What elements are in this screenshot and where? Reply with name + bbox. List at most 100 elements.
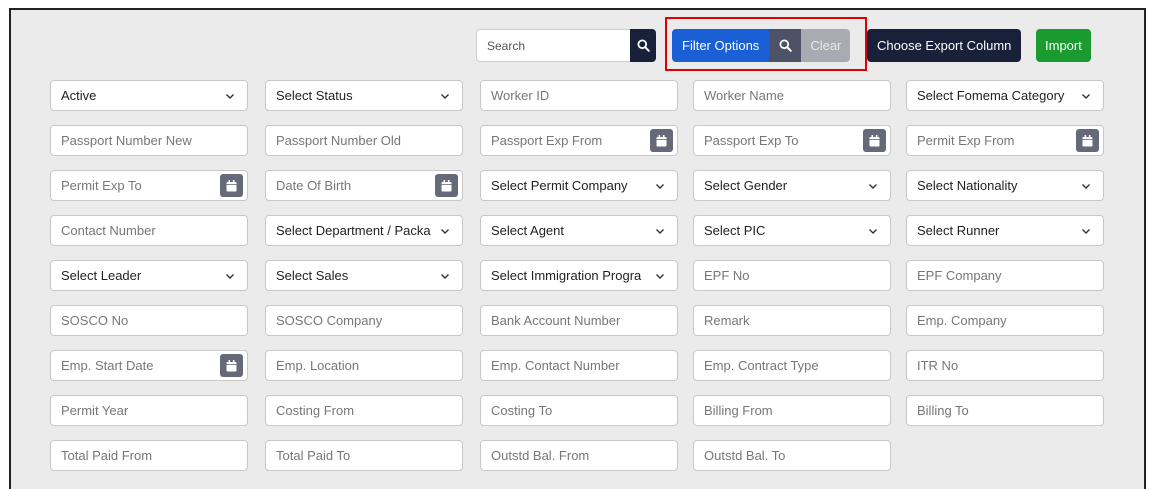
field-label: Select Leader: [61, 268, 142, 283]
calendar-button[interactable]: [1076, 129, 1099, 152]
field-label: Billing From: [704, 403, 773, 418]
field-sosco-no[interactable]: SOSCO No: [50, 305, 248, 336]
filter-search-button[interactable]: [769, 29, 802, 62]
select-select-nationality[interactable]: Select Nationality: [906, 170, 1104, 201]
field-emp-contact-number[interactable]: Emp. Contact Number: [480, 350, 678, 381]
calendar-icon: [441, 179, 452, 191]
calendar-button[interactable]: [863, 129, 886, 152]
field-costing-to[interactable]: Costing To: [480, 395, 678, 426]
field-emp-location[interactable]: Emp. Location: [265, 350, 463, 381]
field-label: SOSCO Company: [276, 313, 383, 328]
field-label: Emp. Contract Type: [704, 358, 819, 373]
field-outstd-bal-to[interactable]: Outstd Bal. To: [693, 440, 891, 471]
chevron-down-icon: [869, 183, 877, 189]
field-label: Select Sales: [276, 268, 349, 283]
search-box: [476, 29, 666, 62]
field-label: Emp. Contact Number: [491, 358, 620, 373]
date-field-permit-exp-from[interactable]: Permit Exp From: [906, 125, 1104, 156]
search-input[interactable]: [476, 29, 630, 62]
field-billing-to[interactable]: Billing To: [906, 395, 1104, 426]
field-sosco-company[interactable]: SOSCO Company: [265, 305, 463, 336]
select-select-status[interactable]: Select Status: [265, 80, 463, 111]
chevron-down-icon: [656, 183, 664, 189]
field-label: ITR No: [917, 358, 959, 373]
select-select-immigration-progra[interactable]: Select Immigration Progra: [480, 260, 678, 291]
field-label: Select Agent: [491, 223, 564, 238]
calendar-icon: [656, 134, 667, 146]
select-select-department-packa[interactable]: Select Department / Packa: [265, 215, 463, 246]
select-select-leader[interactable]: Select Leader: [50, 260, 248, 291]
choose-export-column-button[interactable]: Choose Export Column: [867, 29, 1022, 62]
field-emp-company[interactable]: Emp. Company: [906, 305, 1104, 336]
field-passport-number-new[interactable]: Passport Number New: [50, 125, 248, 156]
calendar-icon: [1082, 134, 1093, 146]
import-button[interactable]: Import: [1036, 29, 1091, 62]
field-costing-from[interactable]: Costing From: [265, 395, 463, 426]
select-active[interactable]: Active: [50, 80, 248, 111]
clear-button[interactable]: Clear: [801, 29, 851, 62]
field-total-paid-to[interactable]: Total Paid To: [265, 440, 463, 471]
date-field-passport-exp-from[interactable]: Passport Exp From: [480, 125, 678, 156]
field-label: Costing To: [491, 403, 553, 418]
select-select-sales[interactable]: Select Sales: [265, 260, 463, 291]
field-emp-contract-type[interactable]: Emp. Contract Type: [693, 350, 891, 381]
field-epf-company[interactable]: EPF Company: [906, 260, 1104, 291]
select-select-agent[interactable]: Select Agent: [480, 215, 678, 246]
calendar-icon: [226, 359, 237, 371]
chevron-down-icon: [441, 273, 449, 279]
chevron-down-icon: [656, 228, 664, 234]
chevron-down-icon: [226, 93, 234, 99]
field-label: Select Department / Packa: [276, 223, 431, 238]
field-itr-no[interactable]: ITR No: [906, 350, 1104, 381]
field-label: Permit Exp To: [61, 178, 142, 193]
field-worker-name[interactable]: Worker Name: [693, 80, 891, 111]
date-field-permit-exp-to[interactable]: Permit Exp To: [50, 170, 248, 201]
field-label: Worker ID: [491, 88, 550, 103]
field-label: Worker Name: [704, 88, 784, 103]
field-contact-number[interactable]: Contact Number: [50, 215, 248, 246]
calendar-icon: [869, 134, 880, 146]
field-label: EPF Company: [917, 268, 1002, 283]
date-field-emp-start-date[interactable]: Emp. Start Date: [50, 350, 248, 381]
field-outstd-bal-from[interactable]: Outstd Bal. From: [480, 440, 678, 471]
field-label: Select Permit Company: [491, 178, 628, 193]
field-label: Select Immigration Progra: [491, 268, 642, 283]
field-epf-no[interactable]: EPF No: [693, 260, 891, 291]
select-select-permit-company[interactable]: Select Permit Company: [480, 170, 678, 201]
filter-options-button[interactable]: Filter Options: [672, 29, 770, 62]
field-label: Passport Number Old: [276, 133, 401, 148]
field-label: Emp. Location: [276, 358, 360, 373]
field-label: Select Runner: [917, 223, 1000, 238]
field-bank-account-number[interactable]: Bank Account Number: [480, 305, 678, 336]
select-select-runner[interactable]: Select Runner: [906, 215, 1104, 246]
field-label: Select PIC: [704, 223, 766, 238]
date-field-date-of-birth[interactable]: Date Of Birth: [265, 170, 463, 201]
calendar-button[interactable]: [650, 129, 673, 152]
field-label: Outstd Bal. To: [704, 448, 786, 463]
field-label: Permit Year: [61, 403, 129, 418]
field-label: Select Nationality: [917, 178, 1018, 193]
field-label: Emp. Start Date: [61, 358, 154, 373]
date-field-passport-exp-to[interactable]: Passport Exp To: [693, 125, 891, 156]
field-total-paid-from[interactable]: Total Paid From: [50, 440, 248, 471]
field-label: Passport Exp From: [491, 133, 603, 148]
field-label: Costing From: [276, 403, 355, 418]
field-remark[interactable]: Remark: [693, 305, 891, 336]
calendar-button[interactable]: [220, 174, 243, 197]
field-permit-year[interactable]: Permit Year: [50, 395, 248, 426]
field-billing-from[interactable]: Billing From: [693, 395, 891, 426]
field-label: Permit Exp From: [917, 133, 1015, 148]
search-button[interactable]: [630, 29, 656, 62]
field-label: Total Paid From: [61, 448, 153, 463]
calendar-button[interactable]: [220, 354, 243, 377]
field-label: Date Of Birth: [276, 178, 352, 193]
select-select-fomema-category[interactable]: Select Fomema Category: [906, 80, 1104, 111]
calendar-button[interactable]: [435, 174, 458, 197]
search-icon: [636, 39, 650, 52]
field-label: Remark: [704, 313, 750, 328]
field-worker-id[interactable]: Worker ID: [480, 80, 678, 111]
chevron-down-icon: [656, 273, 664, 279]
select-select-pic[interactable]: Select PIC: [693, 215, 891, 246]
select-select-gender[interactable]: Select Gender: [693, 170, 891, 201]
field-passport-number-old[interactable]: Passport Number Old: [265, 125, 463, 156]
